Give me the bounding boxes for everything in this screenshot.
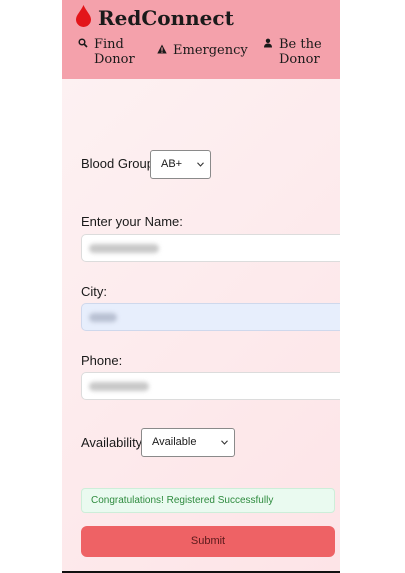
nav-be-the-donor[interactable]: Be the Donor	[263, 37, 339, 67]
city-value-redacted	[89, 313, 117, 322]
availability-select[interactable]: Available	[141, 428, 235, 457]
warning-icon	[157, 44, 167, 54]
submit-button[interactable]: Submit	[81, 526, 335, 557]
nav-emergency[interactable]: Emergency	[157, 43, 253, 58]
nav-find-donor-label: Find Donor	[94, 37, 135, 67]
availability-value: Available	[152, 436, 197, 448]
blood-drop-icon	[76, 5, 91, 27]
city-input[interactable]	[81, 303, 340, 331]
nav-be-the-donor-label: Be the Donor	[279, 37, 322, 67]
app-screen: RedConnect Find Donor Emergency Be the D…	[62, 0, 340, 573]
blood-group-label: Blood Group:	[81, 156, 158, 171]
chevron-down-icon	[197, 162, 204, 167]
header: RedConnect Find Donor Emergency Be the D…	[62, 0, 340, 79]
phone-input[interactable]	[81, 372, 340, 400]
city-label: City:	[81, 284, 107, 299]
name-label: Enter your Name:	[81, 214, 183, 229]
name-input[interactable]	[81, 234, 340, 262]
chevron-down-icon	[221, 440, 228, 445]
name-value-redacted	[89, 244, 159, 253]
availability-label: Availability:	[81, 435, 146, 450]
success-alert: Congratulations! Registered Successfully	[81, 488, 335, 513]
brand-title[interactable]: RedConnect	[98, 6, 234, 30]
phone-value-redacted	[89, 382, 149, 391]
blood-group-select[interactable]: AB+	[150, 150, 211, 179]
nav-emergency-label: Emergency	[173, 43, 248, 58]
search-icon	[78, 38, 88, 48]
person-icon	[264, 38, 272, 48]
blood-group-value: AB+	[161, 158, 183, 170]
phone-label: Phone:	[81, 353, 123, 368]
nav-find-donor[interactable]: Find Donor	[78, 37, 154, 67]
